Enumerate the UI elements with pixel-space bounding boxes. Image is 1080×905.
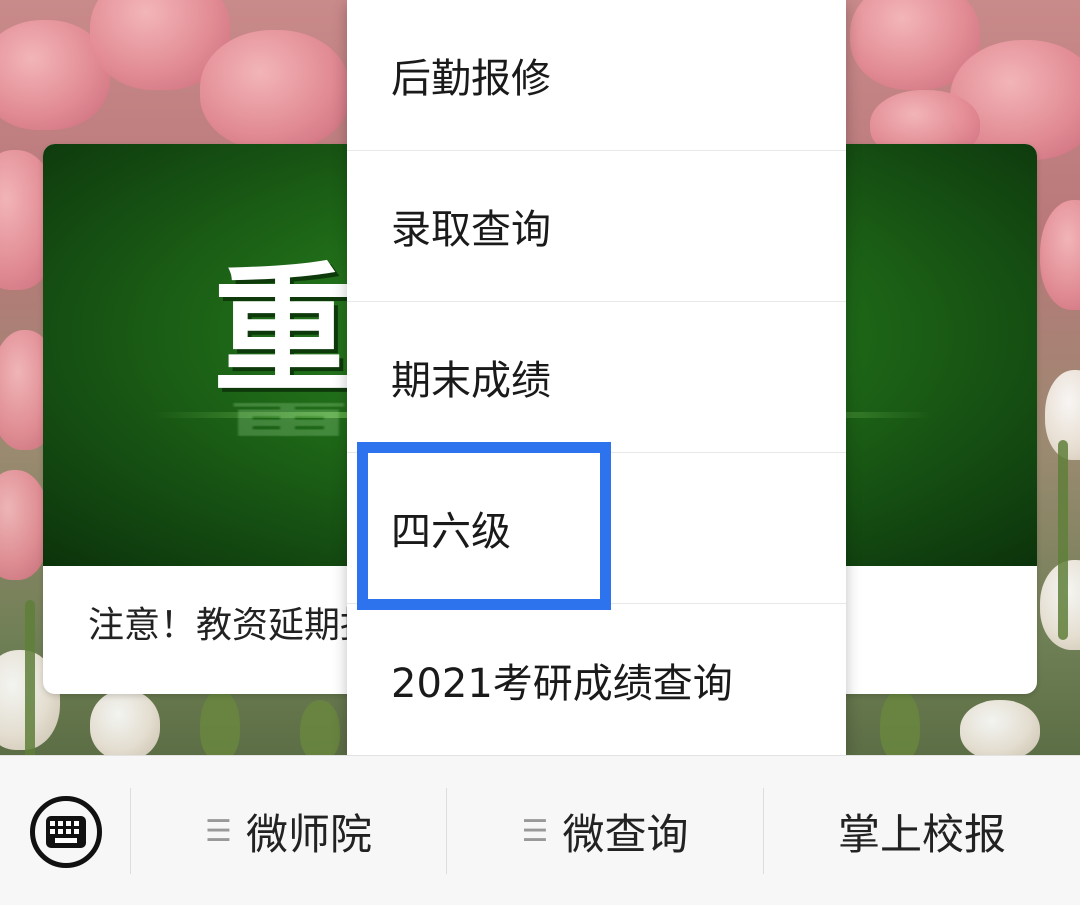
popup-menu: 后勤报修 录取查询 期末成绩 四六级 2021考研成绩查询 <box>347 0 846 755</box>
tab-label: 掌上校报 <box>837 809 1006 859</box>
menu-item-final-grades[interactable]: 期末成绩 <box>347 302 846 453</box>
menu-item-repair[interactable]: 后勤报修 <box>347 0 846 151</box>
menu-item-cet[interactable]: 四六级 <box>347 453 846 604</box>
menu-item-label: 四六级 <box>391 509 511 555</box>
menu-item-label: 期末成绩 <box>391 358 551 404</box>
tab-label: 微师院 <box>245 809 372 859</box>
menu-item-label: 2021考研成绩查询 <box>391 660 733 707</box>
tab-wei-cha-xun[interactable]: ☰ 微查询 <box>447 756 763 905</box>
menu-item-admission[interactable]: 录取查询 <box>347 151 846 302</box>
tab-campus-news[interactable]: 掌上校报 <box>764 756 1080 905</box>
menu-lines-icon: ☰ <box>521 813 549 849</box>
menu-item-postgrad-scores[interactable]: 2021考研成绩查询 <box>347 604 846 755</box>
menu-lines-icon: ☰ <box>205 813 232 849</box>
tab-wei-shi-yuan[interactable]: ☰ 微师院 <box>131 756 446 905</box>
keyboard-icon <box>46 816 86 848</box>
keyboard-toggle-button[interactable] <box>30 796 102 868</box>
bottom-menu-bar: ☰ 微师院 ☰ 微查询 掌上校报 <box>0 755 1080 905</box>
menu-item-label: 录取查询 <box>391 207 551 253</box>
menu-item-label: 后勤报修 <box>391 56 551 102</box>
tab-label: 微查询 <box>562 809 689 859</box>
